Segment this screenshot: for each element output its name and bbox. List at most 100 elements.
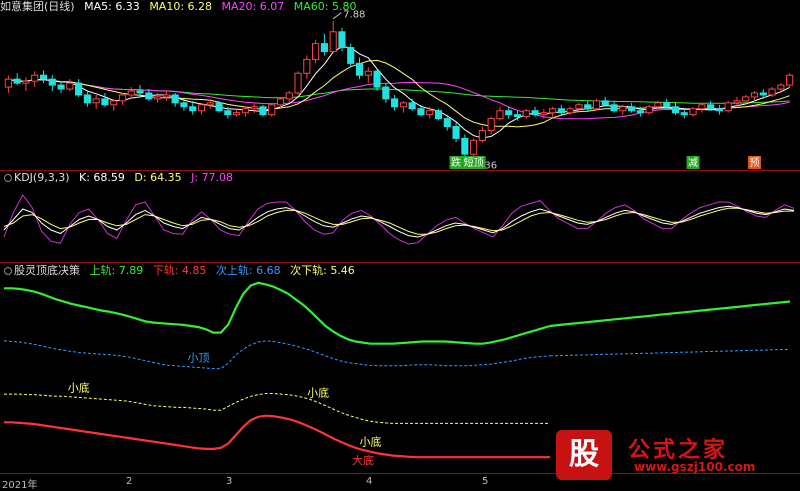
candle <box>4 78 12 88</box>
candle <box>768 88 776 96</box>
lower-band-line <box>4 414 550 459</box>
candle <box>364 70 372 76</box>
band-signal-label: 小底 <box>359 435 381 449</box>
candle <box>145 92 153 100</box>
candle <box>347 47 355 64</box>
band-signal-label: 小底 <box>68 380 90 394</box>
watermark-logo: 股 公式之家 www.gszj100.com <box>556 430 784 480</box>
lower-band-value: 下轨: 4.85 <box>152 264 207 277</box>
candle <box>461 137 469 155</box>
sub-lower-band-value: 次下轨: 5.46 <box>290 264 355 277</box>
candle <box>452 126 460 139</box>
candle <box>478 129 486 141</box>
candle <box>680 112 688 116</box>
x-tick-label: 3 <box>226 476 233 487</box>
watermark-url: www.gszj100.com <box>634 460 756 474</box>
sub-upper-band-value: 次上轨: 6.68 <box>215 264 281 277</box>
candle <box>434 110 443 120</box>
candle <box>329 31 337 53</box>
ma5-value: MA5: 6.33 <box>84 0 140 13</box>
candle <box>575 104 583 110</box>
panel-menu-icon[interactable] <box>4 174 12 182</box>
candle <box>39 74 48 80</box>
candle <box>487 118 495 131</box>
candle <box>83 94 91 104</box>
signal-marker-label: 短顶 <box>464 156 484 169</box>
panel-menu-icon[interactable] <box>4 267 12 275</box>
ma10-value: MA10: 6.28 <box>149 0 213 13</box>
candle <box>663 102 671 108</box>
candle <box>443 118 451 128</box>
kdj-j-value: J: 77.08 <box>191 171 234 184</box>
candle <box>742 96 750 102</box>
band-signal-label: 大底 <box>352 453 374 467</box>
candle <box>715 108 723 112</box>
candle <box>654 102 662 108</box>
candle <box>426 110 434 116</box>
candle <box>285 92 293 100</box>
candle <box>601 100 609 106</box>
kdj-k-line <box>3 205 795 238</box>
candle <box>101 98 109 106</box>
chart-canvas: 7.884.36跌 短顶减预小顶小底 小底小底大底 <box>3 10 795 467</box>
candle <box>540 112 548 116</box>
band-signal-label: 小顶 <box>187 352 209 365</box>
candle <box>391 98 399 108</box>
candle <box>127 90 135 96</box>
ma60-value: MA60: 5.80 <box>293 0 357 13</box>
candle <box>522 110 530 118</box>
kdj-d-line <box>3 207 794 235</box>
candle <box>557 108 565 114</box>
kdj-legend: KDJ(9,3,3) K: 68.59 D: 64.35 J: 77.08 <box>0 171 239 185</box>
candle <box>470 139 478 155</box>
candle <box>250 106 258 110</box>
candle <box>31 74 39 82</box>
candle <box>154 96 162 100</box>
candle <box>645 106 653 114</box>
candle <box>110 100 118 106</box>
candle <box>13 78 21 84</box>
signal-marker-label: 预 <box>750 157 760 169</box>
kdj-d-value: D: 64.35 <box>134 171 182 184</box>
candle <box>57 84 65 90</box>
candle <box>92 98 100 104</box>
signal-marker-label: 跌 <box>451 156 461 169</box>
candle <box>777 84 785 90</box>
ma5-line <box>8 46 790 139</box>
panel-divider <box>0 262 800 263</box>
upper-band-line <box>4 281 551 345</box>
candle <box>118 94 127 102</box>
candle <box>268 104 276 116</box>
candle <box>75 82 83 96</box>
candle <box>320 43 328 53</box>
candle <box>224 110 232 116</box>
candle <box>724 102 732 112</box>
upper-band-value: 上轨: 7.89 <box>89 264 144 277</box>
candle <box>294 72 302 94</box>
kdj-k-value: K: 68.59 <box>79 171 125 184</box>
candle <box>48 78 56 86</box>
candle <box>215 102 223 112</box>
x-tick-label: 5 <box>482 476 489 487</box>
candle <box>671 106 680 114</box>
x-tick-label: 2 <box>126 476 133 487</box>
candle <box>496 110 504 120</box>
candle <box>136 90 144 94</box>
candle <box>399 102 407 108</box>
price-legend: 如意集团(日线) MA5: 6.33 MA10: 6.28 MA20: 6.07… <box>0 0 362 14</box>
price-title: 如意集团(日线) <box>0 0 75 13</box>
kdj-j-line <box>3 194 795 245</box>
ma20-value: MA20: 6.07 <box>221 0 285 13</box>
candle <box>707 104 715 110</box>
candle <box>22 80 30 84</box>
band-signal-label: 小底 <box>307 385 329 399</box>
candle <box>592 100 601 110</box>
candle <box>189 106 197 112</box>
candle <box>698 104 706 110</box>
candle <box>786 74 794 86</box>
candle <box>531 110 539 116</box>
candle <box>66 82 74 90</box>
band-title: 股灵顶底决策 <box>14 264 80 277</box>
sub-upper-band-line <box>3 340 551 370</box>
candle <box>750 92 759 98</box>
